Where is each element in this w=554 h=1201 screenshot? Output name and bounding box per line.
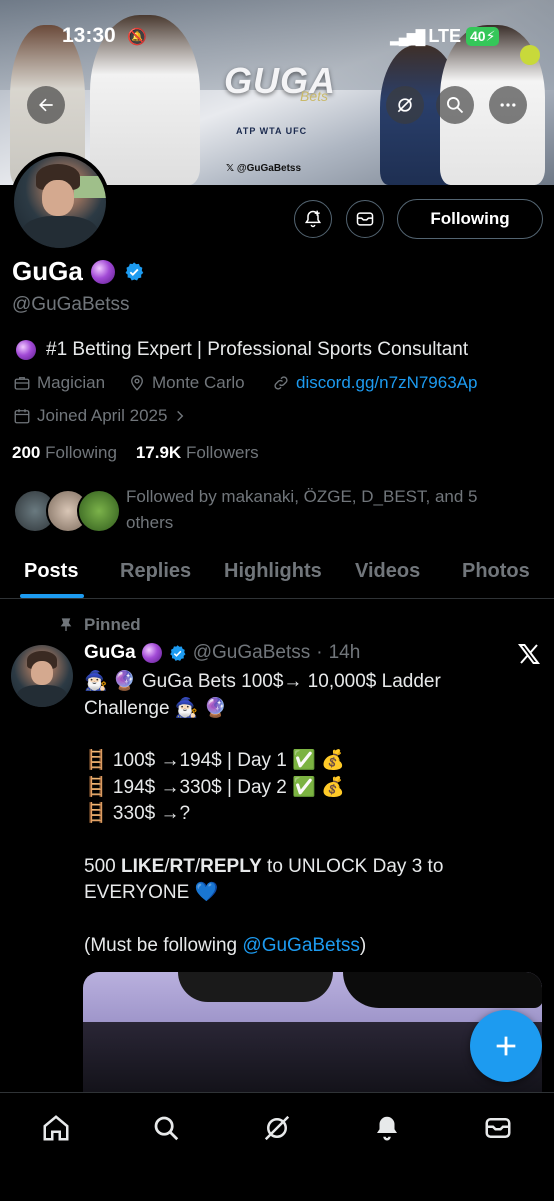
grok-icon[interactable] [262,1113,292,1143]
banner-logo: GUGA [224,60,336,101]
briefcase-icon [14,377,30,390]
pin-icon [60,618,72,631]
search-icon[interactable] [151,1113,181,1143]
back-button[interactable] [27,86,65,124]
banner-handle: 𝕏 @GuGaBetss [226,163,302,174]
followed-by-avatars[interactable] [13,489,121,533]
search-icon [447,97,464,114]
post-line: 🪜 330$ →? [84,803,191,824]
post-author-avatar[interactable] [11,645,73,707]
x-logo-icon [517,642,541,671]
search-button[interactable] [436,86,474,124]
crystal-ball-icon [16,340,36,360]
post-header: GuGa @GuGaBetss · 14h [84,642,361,664]
mention-link[interactable]: @GuGaBetss [242,935,360,956]
envelope-icon[interactable] [483,1113,513,1143]
mute-bell-icon: 🔕 [127,29,147,46]
verified-badge-icon[interactable] [168,644,187,663]
envelope-icon [356,212,374,226]
following-count-link[interactable]: 200 Following [12,443,117,462]
crystal-ball-icon [90,259,115,284]
following-button[interactable]: Following [397,199,543,239]
post-line: 🪜 100$ →194$ | Day 1 ✅ 💰 [84,750,345,771]
active-tab-indicator [20,594,84,598]
profile-name: GuGa [12,256,83,286]
profile-avatar[interactable] [10,152,110,252]
more-icon [500,103,516,107]
profile-location: Monte Carlo [128,373,245,393]
more-button[interactable] [489,86,527,124]
profile-handle: @GuGaBetss [12,294,130,315]
chevron-right-icon [177,410,184,422]
tab-posts[interactable]: Posts [24,560,78,583]
profile-joined[interactable]: Joined April 2025 [13,406,187,426]
follow-counts: 200 Following 17.9K Followers [12,443,259,463]
followed-by-text[interactable]: Followed by makanaki, ÖZGE, D_BEST, and … [126,484,526,536]
banner-sponsors: ATP WTA UFC [236,126,308,136]
followers-count-link[interactable]: 17.9K Followers [136,443,259,462]
post-timestamp[interactable]: 14h [329,642,361,664]
post-author-name[interactable]: GuGa [84,642,136,664]
banner-logo-sub: Bets [300,88,329,104]
message-button[interactable] [346,200,384,238]
status-time: 13:30 [62,24,116,47]
status-network: ▂▄▆█ LTE [390,26,462,46]
signal-icon: ▂▄▆█ [390,29,425,45]
grok-button[interactable] [386,86,424,124]
bell-icon[interactable] [372,1113,402,1143]
plus-icon [496,1036,516,1056]
calendar-icon [14,409,30,424]
post-line: 🪜 194$ →330$ | Day 2 ✅ 💰 [84,776,345,798]
profile-name-row: GuGa [12,256,145,287]
avatar [77,489,121,533]
post-text: 🧙🏻‍♂️ 🔮 GuGa Bets 100$→ 10,000$ Ladder C… [84,669,504,959]
bottom-navigation [0,1092,554,1201]
post-line: (Must be following @GuGaBetss) [84,934,367,956]
notifications-subscribe-button[interactable] [294,200,332,238]
battery-indicator: 40⚡ [466,27,500,46]
compose-post-button[interactable] [470,1010,542,1082]
pinned-label: Pinned [58,615,141,635]
profile-tabs: Posts Replies Highlights Videos Photos [0,552,554,599]
bell-plus-icon [304,210,322,228]
location-pin-icon [131,375,143,391]
post-line: 🧙🏻‍♂️ 🔮 GuGa Bets 100$→ 10,000$ Ladder C… [84,671,441,719]
tab-replies[interactable]: Replies [120,560,191,583]
profile-bio: #1 Betting Expert | Professional Sports … [16,339,468,361]
arrow-left-icon [39,98,53,112]
verified-badge-icon[interactable] [123,261,145,283]
link-icon [274,376,288,390]
tab-videos[interactable]: Videos [355,560,420,583]
grok-icon [397,97,413,113]
profile-occupation: Magician [13,373,105,393]
tab-photos[interactable]: Photos [462,560,530,583]
crystal-ball-icon [141,643,162,663]
profile-link[interactable]: discord.gg/n7zN7963Ap [272,373,477,393]
tennis-ball [520,45,540,65]
tab-highlights[interactable]: Highlights [224,560,322,583]
post-line: 500 LIKE/RT/REPLY to UNLOCK Day 3 to EVE… [84,855,444,904]
post-author-handle[interactable]: @GuGaBetss [193,642,311,664]
home-icon[interactable] [41,1113,71,1143]
